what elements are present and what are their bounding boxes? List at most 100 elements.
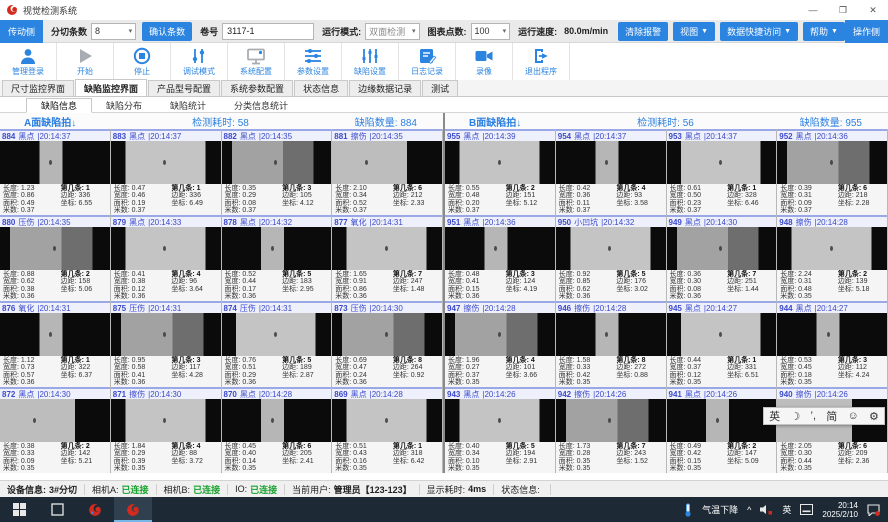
clear-alarm-button[interactable]: 清除报警 (618, 22, 668, 41)
defect-cell[interactable]: 874压伤|20:14:31长度: 0.76宽度: 0.51面积: 0.29米数… (222, 301, 333, 387)
tool-button-tune[interactable]: 调试模式 (171, 43, 228, 80)
defect-cell[interactable]: 940擦伤|20:14:26长度: 2.05宽度: 0.30面积: 0.44米数… (777, 387, 888, 473)
chart-points-select[interactable]: 100▾ (471, 23, 511, 40)
defect-cell[interactable]: 942擦伤|20:14:26长度: 1.73宽度: 0.28面积: 0.35米数… (556, 387, 667, 473)
help-menu-button[interactable]: 帮助▼ (803, 22, 845, 41)
defect-cell[interactable]: 872黑点|20:14:30长度: 0.38宽度: 0.33面积: 0.09米数… (0, 387, 111, 473)
defect-thumbnail[interactable] (0, 141, 110, 184)
tab-1[interactable]: 缺陷监控界面 (75, 79, 147, 96)
defect-cell[interactable]: 954黑点|20:14:37长度: 0.42宽度: 0.36面积: 0.11米数… (556, 129, 667, 215)
view-menu-button[interactable]: 视图▼ (673, 22, 715, 41)
tab-3[interactable]: 系统参数配置 (221, 80, 293, 96)
defect-cell[interactable]: 869黑点|20:14:28长度: 0.51宽度: 0.43面积: 0.16米数… (332, 387, 443, 473)
defect-thumbnail[interactable] (0, 227, 110, 270)
defect-thumbnail[interactable] (332, 313, 442, 356)
defect-cell[interactable]: 877氧化|20:14:31长度: 1.65宽度: 0.91面积: 0.86米数… (332, 215, 443, 301)
taskbar-app-icon[interactable] (76, 497, 114, 522)
defect-cell[interactable]: 953黑点|20:14:37长度: 0.61宽度: 0.50面积: 0.23米数… (667, 129, 778, 215)
tray-expand-chevron[interactable]: ^ (747, 505, 751, 515)
tool-button-monitor[interactable]: 系统配置 (228, 43, 285, 80)
roll-number-input[interactable] (222, 23, 314, 40)
ime-icon[interactable] (800, 504, 813, 515)
defect-cell[interactable]: 870黑点|20:14:28长度: 0.45宽度: 0.40面积: 0.14米数… (222, 387, 333, 473)
defect-thumbnail[interactable] (332, 399, 442, 442)
defect-cell[interactable]: 884黑点|20:14:37长度: 1.23宽度: 0.86面积: 0.49米数… (0, 129, 111, 215)
run-mode-select[interactable]: 双面检测▾ (365, 23, 419, 40)
defect-cell[interactable]: 881擦伤|20:14:35长度: 2.10宽度: 0.34面积: 0.52米数… (332, 129, 443, 215)
confirm-strip-count-button[interactable]: 确认条数 (142, 22, 192, 41)
defect-cell[interactable]: 950小凹坑|20:14:32长度: 0.92宽度: 0.85面积: 0.62米… (556, 215, 667, 301)
defect-thumbnail[interactable] (111, 227, 221, 270)
ime-moon-icon[interactable]: ☽ (790, 410, 800, 423)
defect-cell[interactable]: 879黑点|20:14:33长度: 0.41宽度: 0.38面积: 0.12米数… (111, 215, 222, 301)
defect-cell[interactable]: 946擦伤|20:14:28长度: 1.58宽度: 0.33面积: 0.42米数… (556, 301, 667, 387)
drive-side-button[interactable]: 传动侧 (0, 20, 43, 43)
defect-thumbnail[interactable] (445, 141, 555, 184)
defect-thumbnail[interactable] (111, 313, 221, 356)
defect-thumbnail[interactable] (777, 313, 887, 356)
tab-0[interactable]: 尺寸监控界面 (2, 80, 74, 96)
close-button[interactable]: ✕ (858, 0, 888, 20)
tool-button-exit[interactable]: 退出程序 (513, 43, 570, 80)
defect-thumbnail[interactable] (111, 141, 221, 184)
ime-settings-gear-icon[interactable]: ⚙ (869, 410, 879, 423)
taskbar-active-app-icon[interactable] (114, 497, 152, 522)
defect-thumbnail[interactable] (111, 399, 221, 442)
defect-thumbnail[interactable] (445, 227, 555, 270)
defect-cell[interactable]: 876氧化|20:14:31长度: 1.12宽度: 0.73面积: 0.57米数… (0, 301, 111, 387)
ime-simplified[interactable]: 简 (826, 408, 837, 424)
defect-thumbnail[interactable] (332, 227, 442, 270)
operator-side-button[interactable]: 操作侧 (845, 20, 888, 43)
subtab-1[interactable]: 缺陷分布 (92, 98, 156, 113)
defect-thumbnail[interactable] (445, 399, 555, 442)
defect-thumbnail[interactable] (556, 227, 666, 270)
data-quick-access-button[interactable]: 数据快捷访问▼ (720, 22, 798, 41)
defect-thumbnail[interactable] (332, 141, 442, 184)
weather-text[interactable]: 气温下降 (702, 503, 738, 516)
defect-cell[interactable]: 943黑点|20:14:26长度: 0.40宽度: 0.34面积: 0.10米数… (445, 387, 556, 473)
thermometer-icon[interactable] (683, 503, 693, 517)
defect-cell[interactable]: 955黑点|20:14:39长度: 0.55宽度: 0.48面积: 0.20米数… (445, 129, 556, 215)
defect-thumbnail[interactable] (0, 399, 110, 442)
taskbar-clock[interactable]: 20:14 2025/2/10 (822, 501, 858, 519)
subtab-0[interactable]: 缺陷信息 (26, 98, 92, 113)
tab-5[interactable]: 边缘数据记录 (349, 80, 421, 96)
tool-button-log[interactable]: 日志记录 (399, 43, 456, 80)
defect-cell[interactable]: 951黑点|20:14:36长度: 0.48宽度: 0.41面积: 0.15米数… (445, 215, 556, 301)
defect-thumbnail[interactable] (667, 313, 777, 356)
ime-lang-english[interactable]: 英 (769, 408, 780, 424)
defect-cell[interactable]: 880压伤|20:14:35长度: 0.88宽度: 0.62面积: 0.38米数… (0, 215, 111, 301)
defect-cell[interactable]: 948擦伤|20:14:28长度: 2.24宽度: 0.31面积: 0.48米数… (777, 215, 888, 301)
tool-button-camera[interactable]: 录像 (456, 43, 513, 80)
notification-center-icon[interactable] (867, 504, 880, 516)
start-button[interactable] (0, 497, 38, 522)
defect-thumbnail[interactable] (777, 227, 887, 270)
tool-button-user[interactable]: 管理登录 (0, 43, 57, 80)
tool-button-play[interactable]: 开始 (57, 43, 114, 80)
task-view-button[interactable] (38, 497, 76, 522)
defect-thumbnail[interactable] (667, 399, 777, 442)
subtab-3[interactable]: 分类信息统计 (220, 98, 302, 113)
defect-thumbnail[interactable] (556, 313, 666, 356)
defect-thumbnail[interactable] (222, 313, 332, 356)
defect-thumbnail[interactable] (556, 399, 666, 442)
defect-cell[interactable]: 947擦伤|20:14:28长度: 1.96宽度: 0.27面积: 0.37米数… (445, 301, 556, 387)
defect-thumbnail[interactable] (667, 141, 777, 184)
minimize-button[interactable]: — (798, 0, 828, 20)
tab-4[interactable]: 状态信息 (294, 80, 348, 96)
defect-thumbnail[interactable] (0, 313, 110, 356)
subtab-2[interactable]: 缺陷统计 (156, 98, 220, 113)
defect-cell[interactable]: 875压伤|20:14:31长度: 0.95宽度: 0.58面积: 0.41米数… (111, 301, 222, 387)
defect-cell[interactable]: 941黑点|20:14:26长度: 0.49宽度: 0.42面积: 0.15米数… (667, 387, 778, 473)
defect-cell[interactable]: 945黑点|20:14:27长度: 0.44宽度: 0.37面积: 0.12米数… (667, 301, 778, 387)
ime-emoji-icon[interactable]: ☺ (848, 410, 859, 422)
volume-icon[interactable] (760, 504, 773, 515)
tab-2[interactable]: 产品型号配置 (148, 80, 220, 96)
defect-cell[interactable]: 871擦伤|20:14:30长度: 1.84宽度: 0.29面积: 0.39米数… (111, 387, 222, 473)
defect-thumbnail[interactable] (222, 141, 332, 184)
defect-thumbnail[interactable] (667, 227, 777, 270)
language-indicator[interactable]: 英 (782, 503, 791, 516)
defect-cell[interactable]: 944黑点|20:14:27长度: 0.53宽度: 0.45面积: 0.18米数… (777, 301, 888, 387)
defect-cell[interactable]: 952黑点|20:14:36长度: 0.39宽度: 0.31面积: 0.09米数… (777, 129, 888, 215)
defect-cell[interactable]: 882黑点|20:14:35长度: 0.35宽度: 0.29面积: 0.08米数… (222, 129, 333, 215)
